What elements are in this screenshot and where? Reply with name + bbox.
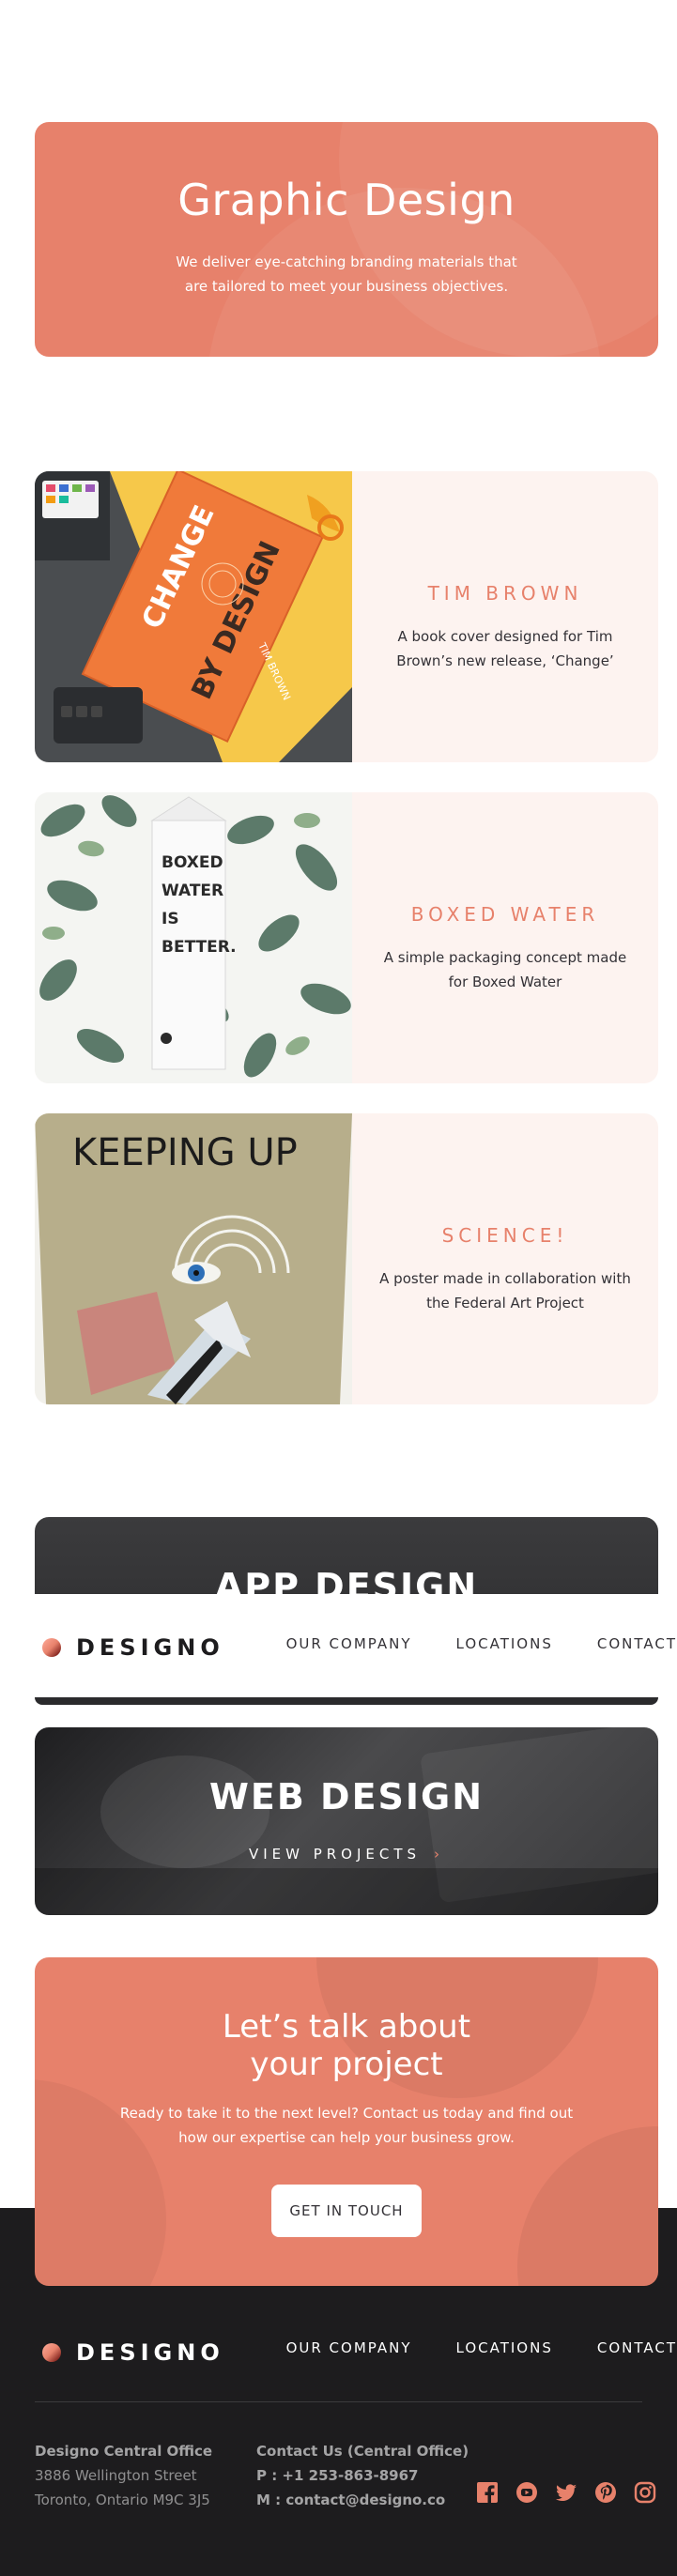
view-projects-link[interactable]: VIEW PROJECTS › (35, 1846, 658, 1863)
facebook-icon[interactable] (476, 2481, 499, 2504)
cta-description: Ready to take it to the next level? Cont… (119, 2105, 574, 2146)
project-image-keeping-up-poster: KEEPING UP (35, 1113, 352, 1404)
logo-mark-icon (42, 2343, 61, 2362)
project-description: A poster made in collaboration with the … (379, 1270, 631, 1311)
footer-logo-text: DESIGNO (76, 2339, 224, 2366)
carton-word: BETTER. (162, 938, 237, 957)
project-description: A simple packaging concept made for Boxe… (383, 949, 627, 990)
cta-title-line: your project (250, 2046, 443, 2083)
contact-email[interactable]: M : contact@designo.co (256, 2488, 469, 2512)
project-card-science[interactable]: KEEPING UP SCIENCE! A poster made in col… (35, 1113, 658, 1404)
carton-word: WATER (162, 882, 223, 900)
footer-office: Designo Central Office 3886 Wellington S… (35, 2439, 212, 2512)
project-title: BOXED WATER (410, 903, 600, 926)
contact-title: Contact Us (Central Office) (256, 2443, 469, 2460)
footer-contact: Contact Us (Central Office) P : +1 253-8… (256, 2439, 469, 2512)
web-design-card[interactable]: WEB DESIGN VIEW PROJECTS › (35, 1727, 658, 1915)
twitter-icon[interactable] (555, 2481, 577, 2504)
carton-word: IS (162, 910, 179, 928)
footer-nav: OUR COMPANY LOCATIONS CONTACT (242, 2339, 677, 2356)
chevron-right-icon: › (434, 1846, 445, 1863)
office-address-line: 3886 Wellington Street (35, 2467, 197, 2484)
site-header: DESIGNO OUR COMPANY LOCATIONS CONTACT (0, 1594, 677, 1697)
footer-link-contact[interactable]: CONTACT (597, 2339, 677, 2356)
carton-word: BOXED (162, 853, 223, 872)
social-links (476, 2481, 656, 2504)
project-title: TIM BROWN (427, 582, 583, 605)
pinterest-icon[interactable] (594, 2481, 617, 2504)
instagram-icon[interactable] (634, 2481, 656, 2504)
project-card-boxed-water[interactable]: BOXED WATER IS BETTER. BOXED WATER A sim… (35, 792, 658, 1083)
contact-cta: Let’s talk about your project Ready to t… (35, 1957, 658, 2286)
view-projects-label: VIEW PROJECTS (248, 1846, 422, 1863)
nav-link-contact[interactable]: CONTACT (597, 1635, 677, 1652)
office-title: Designo Central Office (35, 2443, 213, 2460)
web-design-title: WEB DESIGN (208, 1776, 485, 1817)
project-card-tim-brown[interactable]: CHANGE BY DESIGN TIM BROWN TIM BROWN A b… (35, 471, 658, 762)
logo[interactable]: DESIGNO (42, 1634, 224, 1661)
office-address-line: Toronto, Ontario M9C 3J5 (35, 2492, 210, 2508)
page-title: Graphic Design (177, 175, 515, 225)
project-text: TIM BROWN A book cover designed for Tim … (352, 471, 658, 762)
footer-link-locations[interactable]: LOCATIONS (456, 2339, 553, 2356)
project-text: SCIENCE! A poster made in collaboration … (352, 1113, 658, 1404)
nav-link-our-company[interactable]: OUR COMPANY (286, 1635, 412, 1652)
cta-title-line: Let’s talk about (222, 2008, 471, 2046)
cta-title: Let’s talk about your project (35, 2008, 658, 2083)
logo-mark-icon (42, 1638, 61, 1657)
graphic-design-hero: Graphic Design We deliver eye-catching b… (35, 122, 658, 357)
project-description: A book cover designed for Tim Brown’s ne… (396, 628, 614, 669)
app-design-card-edge (35, 1697, 658, 1705)
project-text: BOXED WATER A simple packaging concept m… (352, 792, 658, 1083)
hero-description: We deliver eye-catching branding materia… (176, 253, 517, 295)
nav-link-locations[interactable]: LOCATIONS (456, 1635, 553, 1652)
web-design-photo (35, 1727, 658, 1915)
project-image-boxed-water: BOXED WATER IS BETTER. (35, 792, 352, 1083)
footer-link-our-company[interactable]: OUR COMPANY (286, 2339, 412, 2356)
get-in-touch-button[interactable]: GET IN TOUCH (271, 2185, 422, 2237)
cta-decoration (517, 2126, 658, 2286)
project-image-change-book: CHANGE BY DESIGN TIM BROWN (35, 471, 352, 762)
logo-text: DESIGNO (76, 1634, 224, 1661)
footer-logo[interactable]: DESIGNO (42, 2339, 224, 2366)
footer-divider (35, 2401, 642, 2402)
poster-headline: KEEPING UP (72, 1131, 298, 1174)
youtube-icon[interactable] (515, 2481, 538, 2504)
main-nav: OUR COMPANY LOCATIONS CONTACT (242, 1635, 677, 1652)
project-title: SCIENCE! (441, 1224, 569, 1247)
contact-phone[interactable]: P : +1 253-863-8967 (256, 2463, 469, 2488)
